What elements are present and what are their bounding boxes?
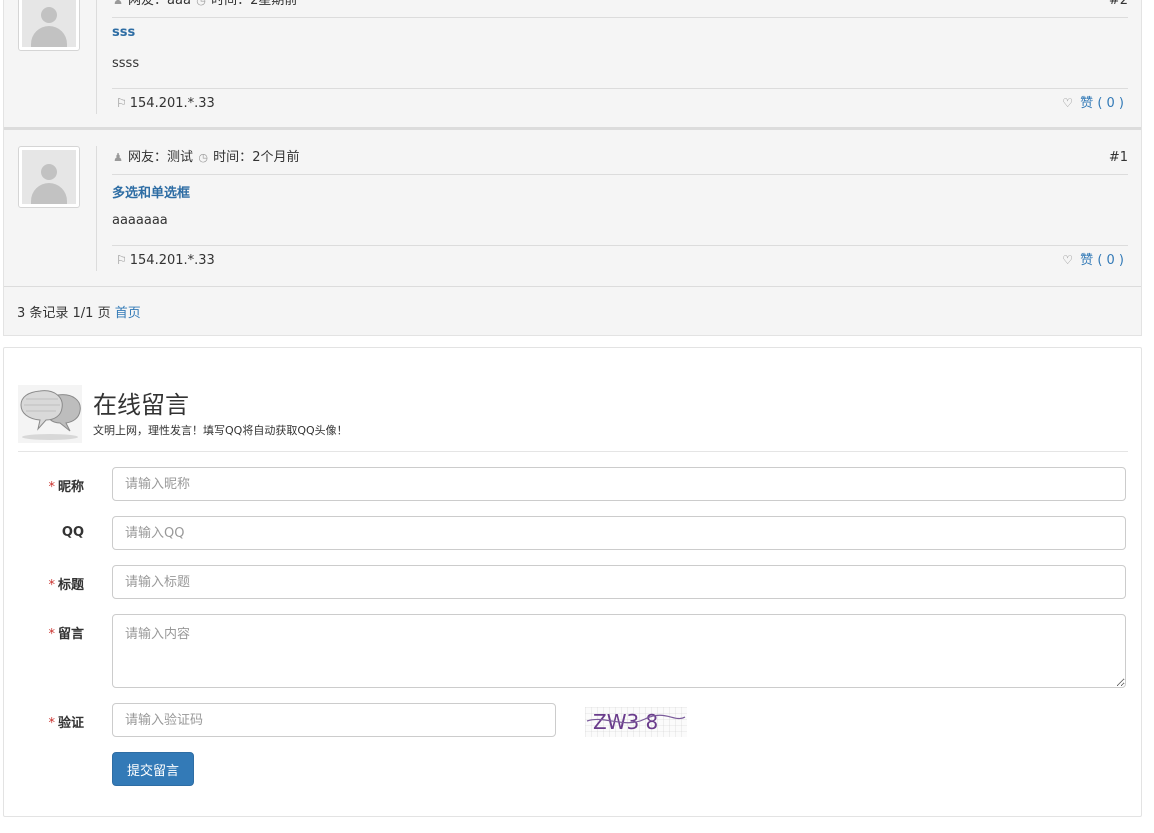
comment-ip: 154.201.*.33 bbox=[129, 96, 215, 111]
comment-title: 多选和单选框 bbox=[112, 186, 191, 201]
heart-icon: ♡ bbox=[1062, 96, 1074, 110]
comment-author: 测试 bbox=[167, 150, 194, 165]
form-subtitle: 文明上网，理性发言！填写QQ将自动获取QQ头像！ bbox=[93, 424, 348, 437]
heart-icon: ♡ bbox=[1062, 253, 1074, 267]
pagination-summary: 3 条记录 1/1 页 bbox=[17, 306, 111, 321]
comment-ip: 154.201.*.33 bbox=[129, 253, 215, 268]
comment-item: ♟ 网友：测试 ◷ 时间：2个月前 #1 多选和单选框 aaaaaaa ⚐ 154.2… bbox=[4, 132, 1141, 287]
comment-meta: ♟ 网友：aaa ◷ 时间：2星期前 #2 bbox=[112, 0, 1128, 18]
title-label: * 标题 bbox=[48, 578, 84, 593]
like-button[interactable]: ♡ 赞 ( 0 ) bbox=[1062, 89, 1124, 118]
comment-time: 2个月前 bbox=[252, 150, 300, 165]
flag-icon: ⚐ bbox=[116, 253, 127, 267]
clock-icon: ◷ bbox=[198, 151, 208, 164]
message-label: * 留言 bbox=[48, 627, 84, 642]
avatar bbox=[18, 146, 80, 208]
nickname-input[interactable] bbox=[112, 467, 1126, 501]
clock-icon: ◷ bbox=[196, 0, 206, 7]
flag-icon: ⚐ bbox=[116, 96, 127, 110]
first-page-link[interactable]: 首页 bbox=[115, 306, 141, 321]
like-button[interactable]: ♡ 赞 ( 0 ) bbox=[1062, 246, 1124, 275]
chat-bubbles-icon bbox=[18, 385, 82, 443]
captcha-image[interactable]: ZW3 8 bbox=[585, 707, 687, 737]
captcha-input[interactable] bbox=[112, 703, 556, 737]
svg-text:ZW3 8: ZW3 8 bbox=[593, 710, 658, 734]
user-icon: ♟ bbox=[113, 0, 123, 7]
user-icon: ♟ bbox=[113, 151, 123, 164]
comment-number: #2 bbox=[1108, 0, 1128, 8]
comment-item: ♟ 网友：aaa ◷ 时间：2星期前 #2 sss ssss ⚐ 154.201.*.… bbox=[4, 0, 1141, 130]
nickname-label: * 昵称 bbox=[48, 480, 84, 495]
qq-input[interactable] bbox=[112, 516, 1126, 550]
comment-meta: ♟ 网友：测试 ◷ 时间：2个月前 #1 bbox=[112, 149, 1128, 175]
comment-content: ssss bbox=[112, 56, 140, 71]
comment-footer: ⚐ 154.201.*.33 ♡ 赞 ( 0 ) bbox=[112, 245, 1128, 273]
comment-footer: ⚐ 154.201.*.33 ♡ 赞 ( 0 ) bbox=[112, 88, 1128, 116]
submit-message-button[interactable]: 提交留言 bbox=[112, 752, 194, 786]
captcha-label: * 验证 bbox=[48, 716, 84, 731]
comment-title: sss bbox=[112, 25, 136, 40]
message-textarea[interactable] bbox=[112, 614, 1126, 688]
comment-time: 2星期前 bbox=[250, 0, 298, 8]
message-form-panel: 在线留言 文明上网，理性发言！填写QQ将自动获取QQ头像！ *昵称 QQ *标题… bbox=[3, 347, 1142, 817]
avatar bbox=[18, 0, 80, 51]
qq-label: QQ bbox=[61, 525, 84, 540]
comment-number: #1 bbox=[1108, 150, 1128, 165]
form-title: 在线留言 bbox=[93, 391, 189, 419]
pagination: 3 条记录 1/1 页 首页 bbox=[17, 302, 141, 321]
comment-content: aaaaaaa bbox=[112, 213, 168, 228]
title-input[interactable] bbox=[112, 565, 1126, 599]
comment-author: aaa bbox=[167, 0, 191, 8]
comments-panel: ♟ 网友：aaa ◷ 时间：2星期前 #2 sss ssss ⚐ 154.201.*.… bbox=[3, 0, 1142, 336]
